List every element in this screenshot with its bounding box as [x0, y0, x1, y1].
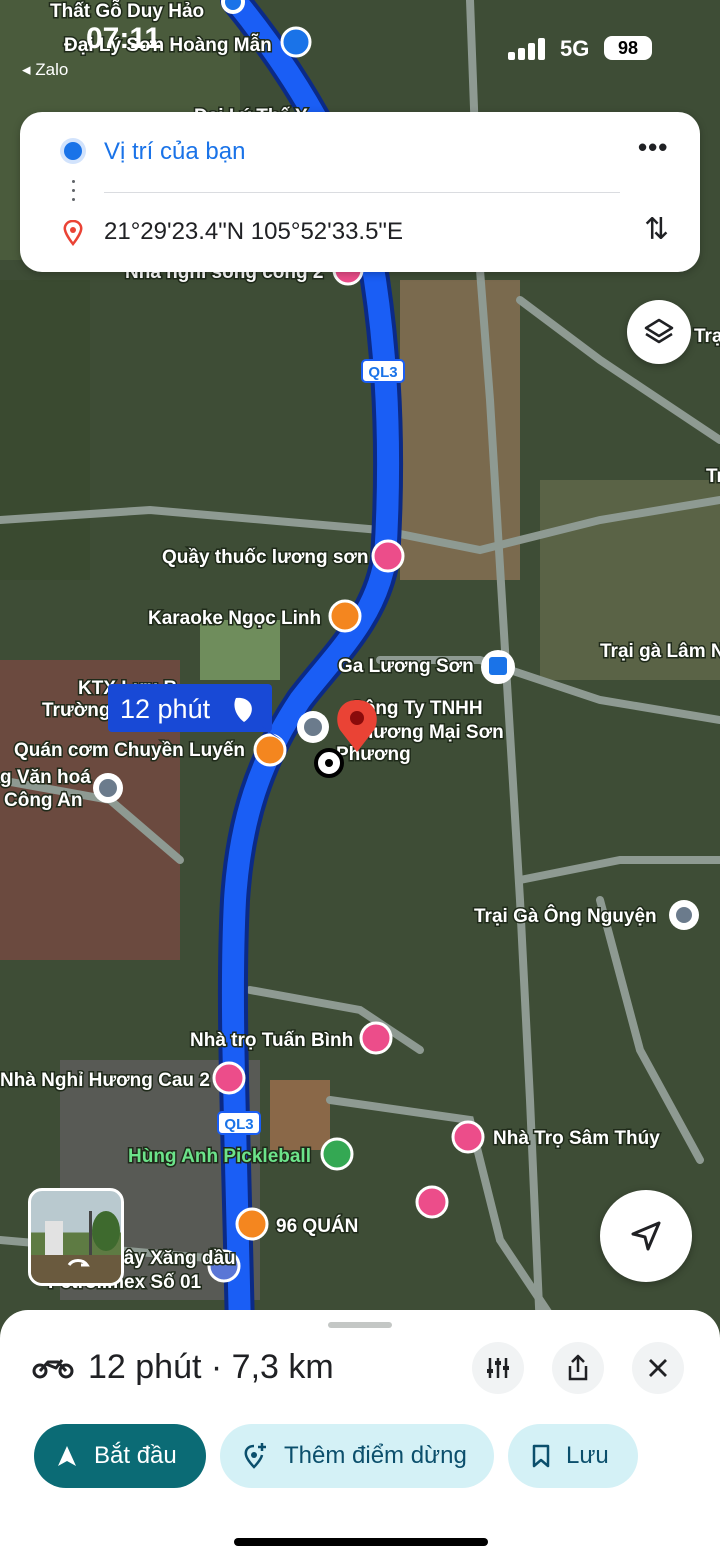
route-duration-bubble[interactable]: 12 phút — [108, 684, 282, 740]
street-view-thumbnail[interactable] — [28, 1188, 124, 1286]
more-options-icon[interactable]: ••• — [638, 132, 668, 163]
route-options-button[interactable] — [472, 1342, 524, 1394]
place-label[interactable]: g Văn hoá — [0, 766, 93, 790]
place-label[interactable]: Karaoke Ngọc Linh — [147, 607, 323, 631]
place-label[interactable]: Trại Gà Ông Nguyện — [473, 904, 659, 929]
place-label[interactable]: Phương — [335, 743, 413, 767]
place-label[interactable]: Quầy thuốc lương sơn — [161, 546, 371, 570]
svg-text:QL3: QL3 — [368, 364, 397, 381]
waypoint-marker — [297, 711, 329, 743]
place-label[interactable]: Nhà Nghỉ Hương Cau 2 — [0, 1069, 211, 1093]
save-button[interactable]: Lưu — [508, 1424, 638, 1488]
poi-hotel-icon[interactable] — [359, 1021, 393, 1055]
place-label[interactable]: Nhà Trọ Sâm Thúy — [492, 1127, 662, 1151]
poi-karaoke-icon[interactable] — [328, 599, 362, 633]
my-location-button[interactable] — [600, 1190, 692, 1282]
road-badge: QL3 — [361, 359, 405, 383]
status-bar: 07:11 ◂ Zalo 5G 98 — [0, 0, 720, 100]
share-button[interactable] — [552, 1342, 604, 1394]
navigation-arrow-icon — [58, 1446, 76, 1466]
poi-train-station-icon[interactable] — [481, 650, 515, 684]
poi-school-icon[interactable] — [93, 773, 123, 803]
bookmark-icon — [532, 1444, 550, 1468]
origin-dot-icon — [64, 142, 82, 160]
save-label: Lưu — [566, 1442, 609, 1469]
svg-text:QL3: QL3 — [224, 1116, 253, 1133]
poi-hotel-icon[interactable] — [212, 1061, 246, 1095]
start-navigation-button[interactable]: Bắt đầu — [34, 1424, 206, 1488]
home-indicator — [234, 1538, 488, 1546]
place-label[interactable]: Quán cơm Chuyền Luyến — [13, 739, 247, 763]
place-label[interactable]: Cây Xăng dầu — [109, 1247, 238, 1271]
route-summary: 12 phút · 7,3 km — [88, 1348, 334, 1386]
navigation-arrow-icon — [631, 1221, 661, 1251]
place-label[interactable]: Nhà trọ Tuấn Bình — [189, 1029, 355, 1053]
share-icon — [568, 1354, 588, 1381]
place-label[interactable]: Hùng Anh Pickleball — [127, 1145, 313, 1169]
divider — [104, 192, 620, 193]
place-label[interactable]: Công An — [3, 789, 84, 813]
signal-icon — [508, 38, 548, 60]
tune-icon — [487, 1358, 509, 1378]
status-time: 07:11 — [86, 22, 162, 55]
layers-button[interactable] — [627, 300, 691, 364]
poi-park-icon[interactable] — [320, 1137, 354, 1171]
directions-sheet: 12 phút · 7,3 km Bắt đầu Thêm điểm dừng — [0, 1310, 720, 1560]
place-label[interactable]: Trại gà Lâm N — [599, 640, 720, 664]
destination-pin-icon — [63, 220, 83, 246]
close-icon — [649, 1359, 667, 1377]
place-label[interactable]: Ga Lương Sơn — [337, 655, 476, 679]
route-card: Vị trí của bạn 21°29'23.4"N 105°52'33.5"… — [20, 112, 700, 272]
svg-text:12 phút: 12 phút — [120, 694, 211, 724]
add-stop-button[interactable]: Thêm điểm dừng — [220, 1424, 494, 1488]
poi-hotel-icon[interactable] — [451, 1120, 485, 1154]
place-label[interactable]: Trường — [41, 699, 112, 723]
road-badge: QL3 — [217, 1111, 261, 1135]
place-label[interactable]: 96 QUÁN — [275, 1214, 360, 1239]
place-label[interactable]: Tr — [705, 465, 720, 489]
layers-icon — [644, 318, 674, 344]
sheet-drag-handle[interactable] — [328, 1322, 392, 1328]
poi-place-icon[interactable] — [669, 900, 699, 930]
start-label: Bắt đầu — [94, 1442, 177, 1469]
poi-pharmacy-icon[interactable] — [371, 539, 405, 573]
back-to-app-link[interactable]: ◂ Zalo — [22, 60, 68, 80]
motorcycle-icon — [32, 1359, 74, 1379]
close-button[interactable] — [632, 1342, 684, 1394]
destination-dot — [314, 748, 344, 778]
add-location-icon — [244, 1443, 266, 1469]
battery-indicator: 98 — [604, 36, 652, 60]
place-label[interactable]: Trại — [693, 325, 720, 349]
route-dots-icon — [72, 180, 76, 207]
swap-directions-icon[interactable]: ⇅ — [644, 212, 669, 247]
poi-hotel-icon[interactable] — [415, 1185, 449, 1219]
poi-restaurant-icon[interactable] — [235, 1207, 269, 1241]
destination-field[interactable]: 21°29'23.4"N 105°52'33.5"E — [104, 218, 403, 246]
poi-restaurant-icon[interactable] — [253, 733, 287, 767]
origin-field[interactable]: Vị trí của bạn — [104, 138, 245, 166]
network-type: 5G — [560, 36, 590, 61]
add-stop-label: Thêm điểm dừng — [284, 1442, 467, 1469]
